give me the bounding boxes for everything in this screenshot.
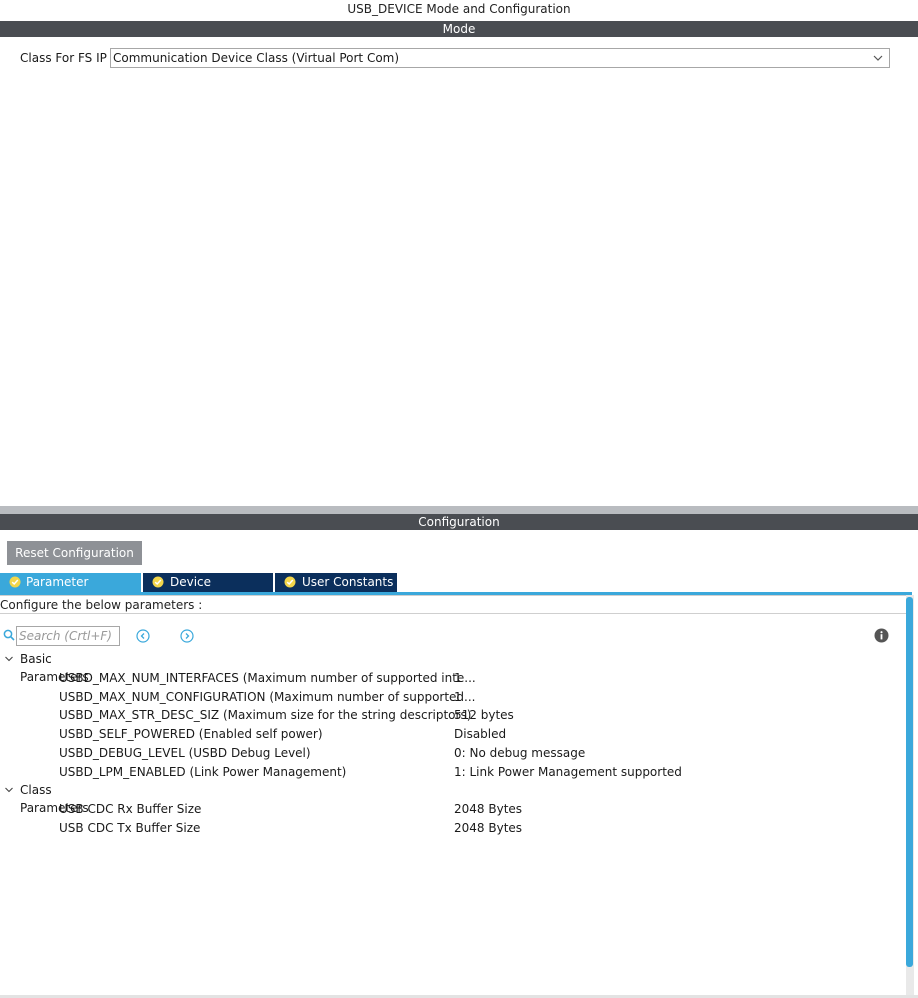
param-name: USB CDC Rx Buffer Size: [59, 802, 202, 816]
window-title: USB_DEVICE Mode and Configuration: [347, 2, 571, 16]
splitter-handle[interactable]: [0, 506, 918, 514]
param-name: USBD_MAX_NUM_INTERFACES (Maximum number …: [59, 671, 476, 685]
table-row[interactable]: USBD_SELF_POWERED (Enabled self power) D…: [0, 725, 906, 743]
tab-user-constants[interactable]: User Constants: [275, 573, 397, 592]
tab-device-descriptor[interactable]: Device Descriptor: [143, 573, 273, 608]
class-for-fs-ip-select[interactable]: Communication Device Class (Virtual Port…: [110, 48, 890, 68]
reset-configuration-button[interactable]: Reset Configuration: [7, 541, 142, 565]
check-circle-icon: [9, 576, 21, 588]
scrollbar-thumb[interactable]: [906, 597, 913, 967]
param-name: USBD_MAX_STR_DESC_SIZ (Maximum size for …: [59, 708, 472, 722]
search-icon: [3, 629, 15, 641]
info-icon[interactable]: [874, 628, 889, 643]
param-value: 1: [454, 690, 462, 704]
expand-chevron-icon: [5, 787, 13, 793]
param-value: 2048 Bytes: [454, 821, 523, 835]
expand-chevron-icon: [5, 656, 13, 662]
chevron-down-icon: [873, 55, 883, 61]
arrow-left-circle-icon[interactable]: [136, 629, 150, 643]
param-value: 0: No debug message: [454, 746, 586, 760]
divider: [0, 613, 906, 614]
check-circle-icon: [152, 576, 164, 588]
parameter-panel: [0, 595, 906, 996]
mode-header: Mode: [0, 21, 918, 37]
table-row[interactable]: USBD_MAX_NUM_INTERFACES (Maximum number …: [0, 669, 906, 687]
table-row[interactable]: USBD_LPM_ENABLED (Link Power Management)…: [0, 763, 906, 781]
table-row[interactable]: USBD_MAX_STR_DESC_SIZ (Maximum size for …: [0, 706, 906, 724]
param-name: USB CDC Tx Buffer Size: [59, 821, 201, 835]
param-value: 512 bytes: [454, 708, 514, 722]
tab-parameter-settings[interactable]: Parameter Settings: [0, 573, 141, 608]
table-row[interactable]: USBD_MAX_NUM_CONFIGURATION (Maximum numb…: [0, 688, 906, 706]
class-for-fs-ip-label: Class For FS IP: [20, 51, 107, 65]
param-value: Disabled: [454, 727, 507, 741]
table-row[interactable]: USB CDC Tx Buffer Size 2048 Bytes: [0, 819, 906, 837]
param-name: USBD_LPM_ENABLED (Link Power Management): [59, 765, 347, 779]
param-name: USBD_DEBUG_LEVEL (USBD Debug Level): [59, 746, 311, 760]
tab-label: User Constants: [302, 575, 394, 589]
configure-hint: Configure the below parameters :: [0, 598, 203, 612]
param-name: USBD_SELF_POWERED (Enabled self power): [59, 727, 323, 741]
param-value: 1: Link Power Management supported: [454, 765, 682, 779]
class-select-value: Communication Device Class (Virtual Port…: [113, 51, 400, 65]
panel-edge: [914, 595, 918, 995]
table-row[interactable]: USB CDC Rx Buffer Size 2048 Bytes: [0, 800, 906, 818]
arrow-right-circle-icon[interactable]: [180, 629, 194, 643]
param-name: USBD_MAX_NUM_CONFIGURATION (Maximum numb…: [59, 690, 476, 704]
table-row[interactable]: USBD_DEBUG_LEVEL (USBD Debug Level) 0: N…: [0, 744, 906, 762]
param-value: 1: [454, 671, 462, 685]
search-input[interactable]: [16, 626, 120, 646]
configuration-header: Configuration: [0, 514, 918, 530]
param-value: 2048 Bytes: [454, 802, 523, 816]
check-circle-icon: [284, 576, 296, 588]
